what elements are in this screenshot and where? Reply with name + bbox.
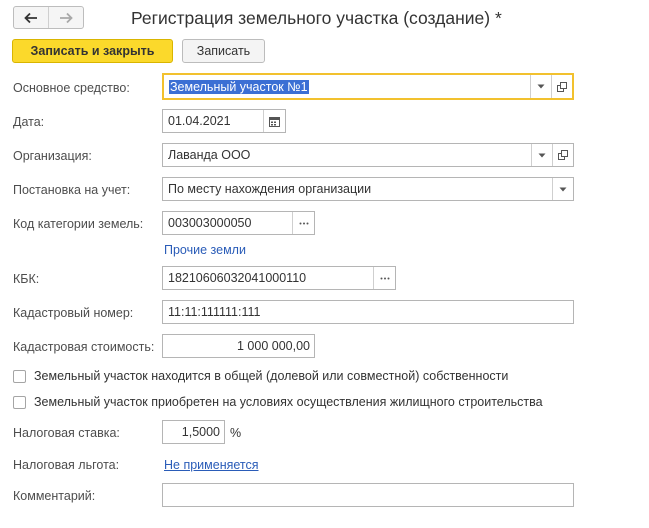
back-button[interactable] [14,7,48,28]
land-category-hint-link[interactable]: Прочие земли [164,242,246,258]
arrow-right-icon [60,12,73,23]
save-and-close-button[interactable]: Записать и закрыть [12,39,173,63]
organization-field[interactable]: Лаванда ООО [162,143,574,167]
tax-benefit-link[interactable]: Не применяется [164,457,259,473]
kbk-value: 18210606032041000110 [168,271,307,285]
open-window-icon [557,81,567,92]
tax-benefit-label: Налоговая льгота: [13,458,120,472]
registration-label: Постановка на учет: [13,183,131,197]
comment-input[interactable] [162,483,574,507]
land-category-label: Код категории земель: [13,217,144,231]
cadastral-number-input[interactable]: 11:11:111111:111 [162,300,574,324]
organization-value: Лаванда ООО [168,148,251,162]
page-title: Регистрация земельного участка (создание… [131,8,502,28]
cadastral-value-input[interactable]: 1 000 000,00 [162,334,315,358]
tax-rate-label: Налоговая ставка: [13,426,120,440]
asset-dropdown-button[interactable] [530,75,551,98]
date-label: Дата: [13,115,45,129]
date-value: 01.04.2021 [168,114,231,128]
open-window-icon [558,150,568,160]
shared-ownership-row: Земельный участок находится в общей (дол… [13,369,508,383]
chevron-down-icon [559,187,567,191]
tax-rate-value: 1,5000 [181,425,220,439]
registration-select[interactable]: По месту нахождения организации [162,177,574,201]
registration-value: По месту нахождения организации [168,182,372,196]
registration-dropdown-button[interactable] [552,178,573,200]
organization-label: Организация: [13,149,92,163]
tax-rate-input[interactable]: 1,5000 [162,420,225,444]
chevron-down-icon [537,84,545,89]
asset-open-button[interactable] [551,75,572,98]
ellipsis-icon [380,277,389,279]
date-field[interactable]: 01.04.2021 [162,109,286,133]
land-category-value: 003003000050 [168,216,252,230]
date-picker-button[interactable] [263,110,285,132]
land-category-select-button[interactable] [292,212,314,234]
ellipsis-icon [299,222,308,224]
chevron-down-icon [538,153,546,157]
asset-field[interactable]: Земельный участок №1 [162,73,574,100]
shared-ownership-checkbox[interactable] [13,369,26,383]
kbk-select-button[interactable] [373,267,395,289]
organization-open-button[interactable] [552,144,573,166]
organization-dropdown-button[interactable] [531,144,552,166]
kbk-field[interactable]: 18210606032041000110 [162,266,396,290]
housing-construction-row: Земельный участок приобретен на условиях… [13,395,543,409]
calendar-icon [269,116,280,127]
kbk-label: КБК: [13,272,40,286]
asset-value: Земельный участок №1 [169,79,309,94]
cadastral-value-amount: 1 000 000,00 [237,339,310,353]
housing-construction-label[interactable]: Земельный участок приобретен на условиях… [34,395,543,409]
cadastral-number-value: 11:11:111111:111 [168,305,261,319]
land-category-field[interactable]: 003003000050 [162,211,315,235]
save-button[interactable]: Записать [182,39,265,63]
comment-label: Комментарий: [13,489,96,503]
percent-sign: % [230,426,242,440]
forward-button[interactable] [48,7,83,28]
shared-ownership-label[interactable]: Земельный участок находится в общей (дол… [34,369,508,383]
cadastral-value-label: Кадастровая стоимость: [13,340,155,354]
asset-label: Основное средство: [13,81,130,95]
cadastral-number-label: Кадастровый номер: [13,306,134,320]
arrow-left-icon [24,12,37,23]
history-nav [13,6,84,29]
housing-construction-checkbox[interactable] [13,395,26,409]
